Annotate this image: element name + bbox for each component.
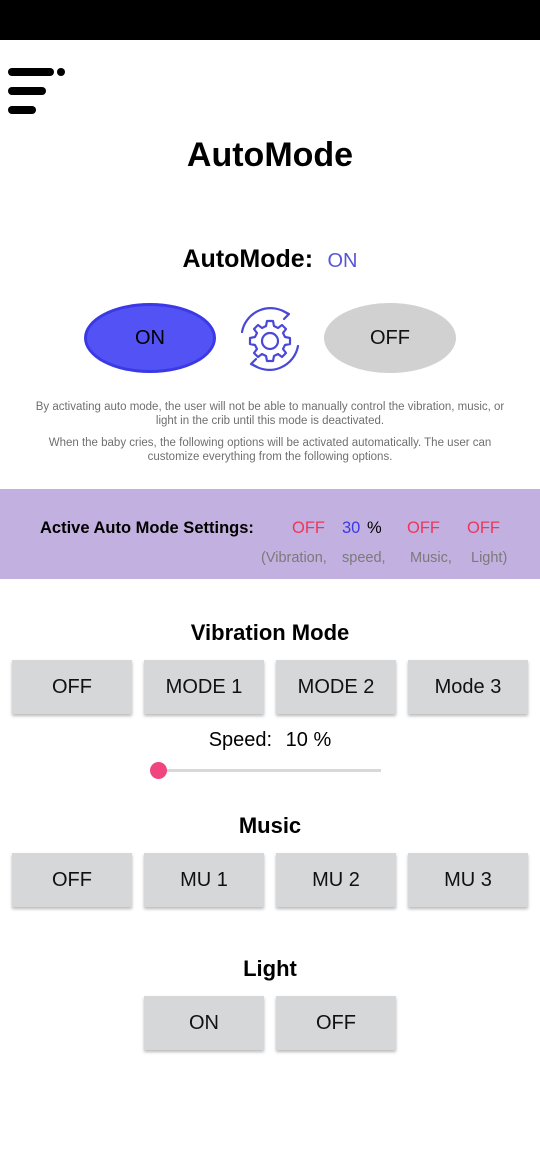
status-bar	[0, 0, 540, 40]
music-mu2-button[interactable]: MU 2	[276, 853, 396, 907]
automode-label: AutoMode:	[182, 245, 314, 273]
automode-off-button[interactable]: OFF	[324, 303, 456, 373]
light-status-value: OFF	[467, 519, 500, 537]
music-off-button[interactable]: OFF	[12, 853, 132, 907]
music-mu1-button[interactable]: MU 1	[144, 853, 264, 907]
automode-description-2: When the baby cries, the following optio…	[48, 437, 492, 463]
light-on-button[interactable]: ON	[144, 996, 264, 1050]
active-settings-title: Active Auto Mode Settings:	[40, 519, 254, 537]
vibration-off-button[interactable]: OFF	[12, 660, 132, 714]
menu-icon[interactable]	[8, 66, 66, 118]
vibration-status-label: (Vibration,	[261, 550, 327, 566]
automode-status: AutoMode: ON	[0, 245, 540, 274]
speed-label: Speed:	[208, 729, 273, 751]
speed-slider-thumb[interactable]	[150, 762, 167, 779]
automode-value: ON	[327, 250, 358, 272]
light-off-button[interactable]: OFF	[276, 996, 396, 1050]
music-mu3-button[interactable]: MU 3	[408, 853, 528, 907]
gear-sync-icon	[240, 307, 300, 371]
vibration-mode3-button[interactable]: Mode 3	[408, 660, 528, 714]
active-settings-panel: Active Auto Mode Settings: OFF 30 % OFF …	[0, 489, 540, 579]
speed-percent-sign: %	[367, 519, 382, 537]
speed-slider-track[interactable]	[158, 769, 381, 772]
speed-readout: Speed: 10 %	[0, 729, 540, 752]
speed-value: 10 %	[285, 729, 332, 751]
automode-description: By activating auto mode, the user will n…	[35, 401, 505, 427]
light-section-title: Light	[243, 956, 297, 981]
automode-on-button[interactable]: ON	[84, 303, 216, 373]
vibration-section-title: Vibration Mode	[190, 620, 350, 645]
music-section-title: Music	[238, 813, 302, 838]
light-status-label: Light)	[471, 550, 508, 566]
vibration-mode2-button[interactable]: MODE 2	[276, 660, 396, 714]
vibration-mode1-button[interactable]: MODE 1	[144, 660, 264, 714]
music-status-value: OFF	[407, 519, 440, 537]
speed-status-value: 30	[342, 519, 361, 537]
music-status-label: Music,	[410, 550, 452, 566]
vibration-status-value: OFF	[292, 519, 325, 537]
page-title: AutoMode	[186, 136, 354, 174]
speed-status-label: speed,	[342, 550, 386, 566]
